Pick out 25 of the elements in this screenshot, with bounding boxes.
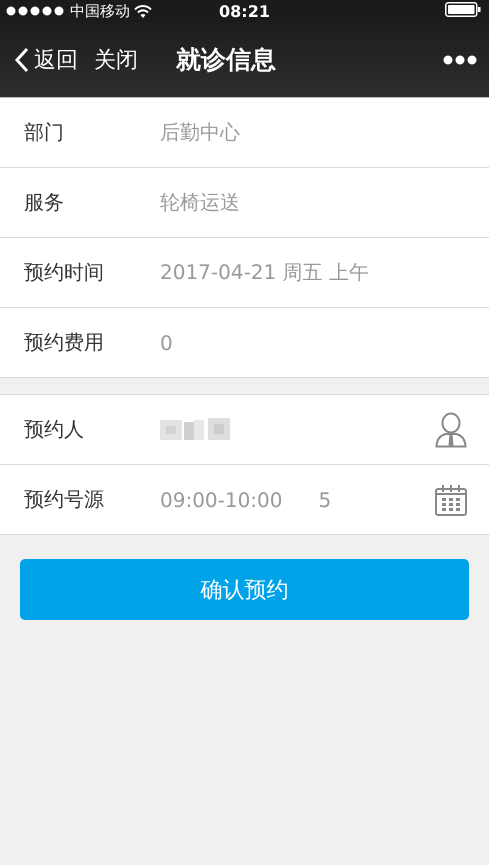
chevron-icon — [14, 46, 30, 72]
back-button[interactable]: 返回 — [14, 44, 78, 74]
field-value: 09:00-10:00 — [160, 488, 282, 512]
battery-icon — [445, 2, 481, 16]
field-value: 2017-04-21 周五 上午 — [160, 259, 369, 286]
wifi-icon — [134, 4, 152, 18]
more-icon[interactable] — [443, 54, 477, 64]
field-value: 5 — [318, 488, 332, 512]
close-button[interactable]: 关闭 — [94, 44, 138, 74]
field-value: 0 — [160, 330, 173, 354]
field-label: 预约时间 — [24, 259, 105, 286]
field-label: 服务 — [24, 189, 65, 216]
field-label: 预约费用 — [24, 329, 105, 356]
signal-icon — [6, 6, 66, 16]
field-label: 部门 — [24, 119, 65, 146]
field-label: 预约人 — [24, 416, 85, 443]
field-value: 后勤中心 — [160, 119, 240, 146]
field-label: 预约号源 — [24, 486, 105, 513]
pixelated-name-drawing — [160, 418, 232, 442]
carrier-name: 中国移动 — [70, 2, 130, 20]
field-value: 轮椅运送 — [160, 189, 240, 216]
person-icon[interactable] — [435, 412, 467, 448]
calendar-icon[interactable] — [435, 484, 467, 516]
page-title: 就诊信息 — [176, 44, 277, 76]
status-time: 08:21 — [219, 2, 270, 20]
